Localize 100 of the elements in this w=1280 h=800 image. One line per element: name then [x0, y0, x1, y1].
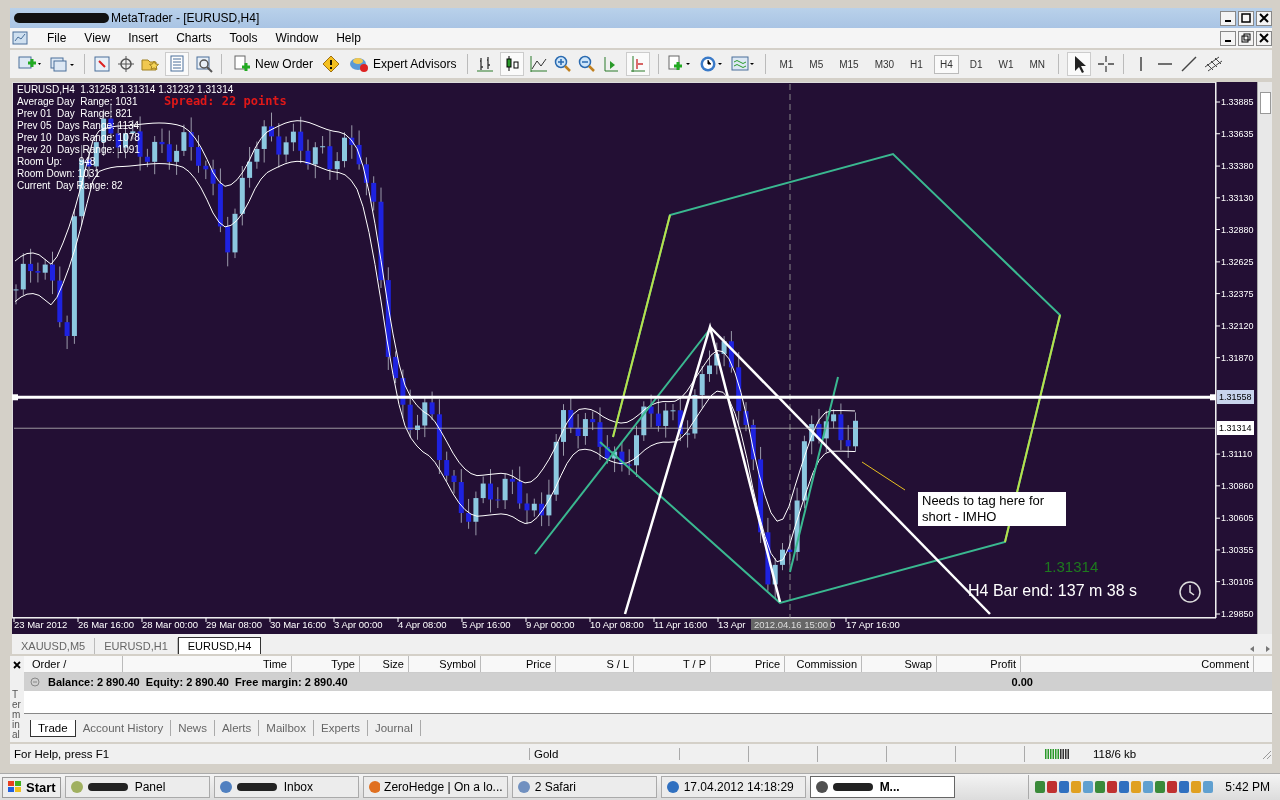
chart-tab[interactable]: EURUSD,H1 [95, 638, 178, 654]
crosshair-icon[interactable] [1097, 55, 1116, 73]
minimize-button[interactable] [1220, 30, 1236, 46]
timeframe-button[interactable]: H1 [905, 55, 928, 73]
menu-item[interactable]: Tools [220, 31, 267, 45]
terminal-tab[interactable]: Mailbox [259, 720, 314, 736]
profiles-icon[interactable] [50, 55, 76, 73]
zoom-out-icon[interactable] [578, 55, 597, 73]
taskbar-button[interactable]: M... [809, 776, 955, 798]
taskbar-button[interactable]: ZeroHedge | On a lo... [362, 776, 508, 798]
column-header[interactable]: Price [481, 656, 556, 672]
chart-tab[interactable]: XAUUSD,M5 [12, 638, 96, 654]
column-header[interactable]: S / L [556, 656, 634, 672]
magnifier-icon[interactable] [195, 55, 213, 73]
trendline-icon[interactable] [1180, 55, 1199, 73]
column-header[interactable]: Time [123, 656, 292, 672]
time-label: 13 Apr [718, 619, 746, 630]
terminal-tab[interactable]: Alerts [214, 720, 260, 736]
close-button[interactable] [1256, 30, 1272, 46]
line-chart-icon[interactable] [530, 55, 549, 73]
chart-shift-icon[interactable] [602, 55, 621, 73]
taskbar-button[interactable]: 2 Safari [511, 776, 657, 798]
connection-bars-icon [1045, 748, 1071, 760]
crosshair-icon[interactable] [117, 55, 135, 73]
menu-item[interactable]: Window [266, 31, 328, 45]
profit-cell: 0.00 [1011, 676, 1033, 688]
timeframe-button[interactable]: D1 [964, 55, 988, 73]
column-header[interactable]: Swap [862, 656, 937, 672]
menu-item[interactable]: Help [327, 31, 370, 45]
market-watch-icon[interactable] [93, 55, 111, 73]
vertical-scrollbar[interactable] [1257, 82, 1272, 634]
price-marker: 1.31558 [1217, 390, 1254, 405]
menu-item[interactable]: Charts [167, 31, 221, 45]
menu-item[interactable]: View [75, 31, 120, 45]
timeframe-button[interactable]: M5 [804, 55, 829, 73]
terminal-tab[interactable]: Journal [367, 720, 421, 736]
restore-button[interactable] [1238, 30, 1254, 46]
hat-icon [349, 55, 369, 73]
cursor-icon[interactable] [1067, 52, 1092, 76]
price-label: 1.30105 [1221, 575, 1254, 589]
timeframe-button[interactable]: M15 [834, 55, 864, 73]
app-icon [69, 780, 84, 794]
time-label: 23 Mar 2012 [14, 619, 68, 630]
timeframe-button[interactable]: M1 [774, 55, 799, 73]
terminal-tab[interactable]: Trade [30, 719, 76, 737]
column-header[interactable]: Price [711, 656, 785, 672]
zoom-in-icon[interactable] [554, 55, 573, 73]
timeframe-button[interactable]: H4 [933, 54, 959, 74]
time-label: 9 Apr 00:00 [526, 619, 575, 630]
timeframe-button[interactable]: MN [1024, 55, 1051, 73]
chart-window-icon [12, 30, 28, 46]
column-header[interactable]: Size [360, 656, 409, 672]
trendline[interactable] [789, 376, 839, 573]
taskbar-button[interactable]: Inbox [213, 776, 359, 798]
minimize-button[interactable] [1220, 10, 1236, 26]
resize-grip-icon[interactable] [1260, 748, 1272, 760]
taskbar-button[interactable]: Panel [64, 776, 210, 798]
candlestick-icon[interactable] [500, 52, 525, 76]
channel-icon[interactable] [1204, 55, 1225, 73]
spread-text: Spread: 22 points [164, 94, 287, 108]
column-header[interactable]: T / P [634, 656, 711, 672]
column-header[interactable]: Type [292, 656, 360, 672]
terminal-tab[interactable]: Experts [313, 720, 368, 736]
channel-edge[interactable] [612, 214, 1061, 543]
price-label: 1.32375 [1221, 287, 1254, 301]
timeframe-button[interactable]: W1 [993, 55, 1019, 73]
column-header[interactable]: Commission [785, 656, 862, 672]
chart-tab[interactable]: EURUSD,H4 [177, 637, 262, 654]
column-header[interactable]: Comment [1021, 656, 1254, 672]
price-label: 1.30605 [1221, 512, 1254, 526]
bar-chart-icon[interactable] [476, 55, 495, 73]
expert-advisors-button[interactable]: Expert Advisors [346, 55, 460, 73]
column-header[interactable]: Order / [24, 656, 123, 672]
bid-price-text: 1.31314 [1044, 558, 1099, 575]
price-label: 1.32120 [1221, 319, 1254, 333]
menu-item[interactable]: Insert [119, 31, 168, 45]
column-header[interactable]: Symbol [409, 656, 481, 672]
pattern-line[interactable] [623, 322, 782, 615]
new-order-button[interactable]: New Order [230, 55, 316, 73]
warning-icon[interactable] [322, 55, 340, 73]
time-label: 17 Apr 16:00 [846, 619, 900, 630]
menu-item[interactable]: File [38, 31, 76, 45]
column-header[interactable]: Profit [937, 656, 1021, 672]
autoscroll-icon[interactable] [626, 52, 651, 76]
minimize-icon [1225, 19, 1231, 22]
time-label: 11 Apr 16:00 [654, 619, 708, 630]
minimize-icon [1225, 39, 1231, 42]
close-button[interactable] [1256, 10, 1272, 26]
timeframe-button[interactable]: M30 [869, 55, 900, 73]
tab-scroll-arrows-icon[interactable] [1248, 644, 1272, 654]
taskbar-button[interactable]: 17.04.2012 14:18:29 [660, 776, 806, 798]
crosshair-time-label: 2012.04.16 15:00 [751, 619, 831, 630]
tray-icons-drawing[interactable] [1035, 779, 1216, 795]
close-icon[interactable] [12, 660, 22, 670]
start-button[interactable]: Start [2, 776, 61, 798]
terminal-tab[interactable]: Account History [75, 720, 172, 736]
maximize-button[interactable] [1238, 10, 1254, 26]
horizontal-line[interactable] [12, 394, 1216, 401]
time-label: 3 Apr 00:00 [334, 619, 383, 630]
terminal-tab[interactable]: News [171, 720, 215, 736]
